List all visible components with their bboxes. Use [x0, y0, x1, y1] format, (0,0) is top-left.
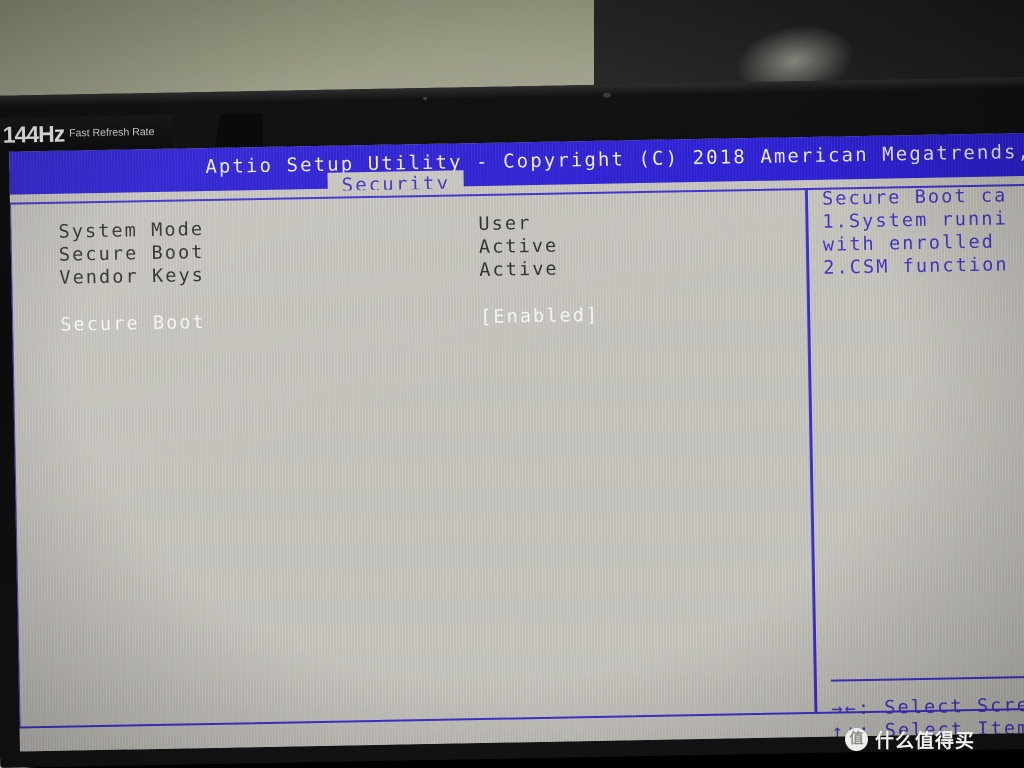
bios-screen: Aptio Setup Utility - Copyright (C) 2018…: [9, 132, 1024, 752]
settings-list: System Mode User Secure Boot Active Vendor K…: [10, 188, 813, 728]
setting-label: Secure Boot: [60, 312, 207, 336]
help-panel: Secure Boot ca 1.System runni with enrolle…: [822, 183, 1024, 478]
help-line: 2.CSM function: [823, 254, 1009, 279]
photo-scene: 144Hz Fast Refresh Rate Aptio Setup Util…: [0, 0, 1024, 768]
watermark-badge-icon: 值: [845, 728, 868, 751]
setting-value[interactable]: [Enabled]: [480, 305, 600, 328]
watermark-label: 什么值得买: [875, 730, 976, 752]
watermark: 值 什么值得买: [845, 726, 975, 753]
info-row-label: Vendor Keys: [59, 265, 206, 289]
sticker-tagline: Fast Refresh Rate: [69, 125, 155, 140]
info-row-value: Active: [478, 235, 559, 259]
bezel-sticker-edge: [172, 112, 263, 149]
refresh-rate-sticker: 144Hz Fast Refresh Rate: [0, 114, 173, 152]
sticker-refresh-rate: 144Hz: [2, 120, 65, 148]
info-row-value: Active: [479, 258, 559, 282]
bezel-led-dot: [423, 96, 428, 101]
info-row-value: User: [478, 213, 532, 236]
setting-row-secure-boot[interactable]: Secure Boot [Enabled]: [12, 302, 772, 339]
info-row-label: System Mode: [58, 219, 205, 243]
info-row-label: Secure Boot: [58, 242, 205, 266]
bios-body: System Mode User Secure Boot Active Vendor K…: [9, 177, 1024, 752]
key-legend-item: →←: Select Scree: [831, 694, 1024, 720]
monitor: 144Hz Fast Refresh Rate Aptio Setup Util…: [0, 76, 1024, 768]
